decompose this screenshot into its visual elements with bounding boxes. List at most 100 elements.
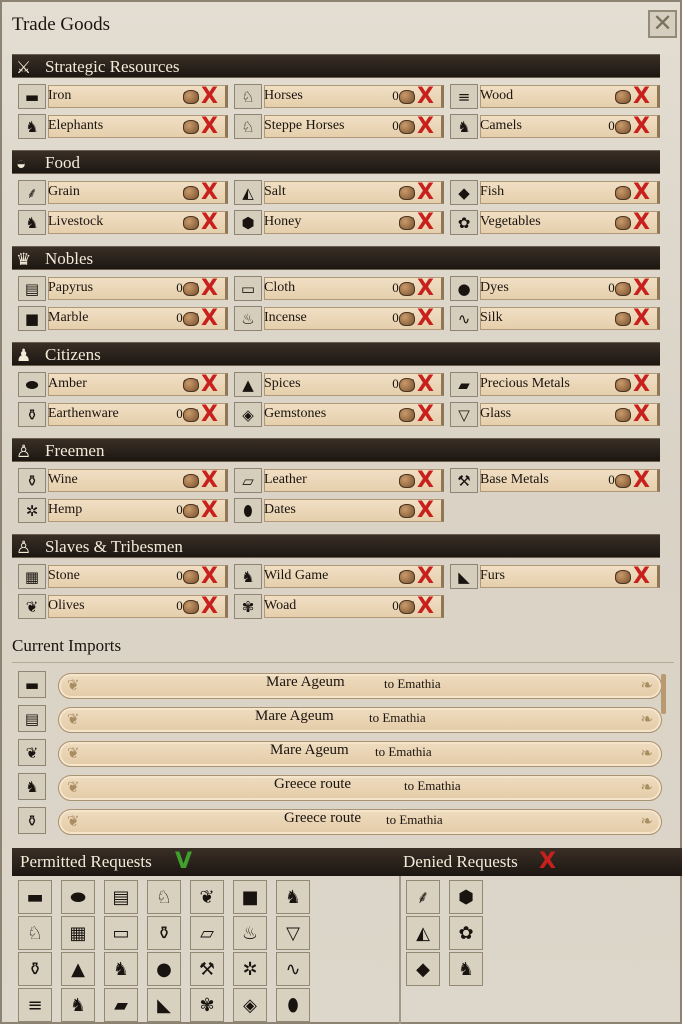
olives-icon[interactable]: ❦ [190,880,224,914]
trade-good-name: Vegetables [480,214,541,229]
cancel-trade-button[interactable]: X [633,180,650,205]
cancel-trade-button[interactable]: X [417,114,434,139]
import-row[interactable]: ▤ ❦ ❧ Mare Ageum to Emathia [12,703,668,735]
cancel-trade-button[interactable]: X [201,306,218,331]
horses-icon[interactable]: ♘ [147,880,181,914]
coin-purse-icon [183,378,199,392]
base-metals-icon[interactable]: ⚒ [190,952,224,986]
cancel-trade-button[interactable]: X [201,594,218,619]
coin-purse-icon [399,282,415,296]
marble-icon[interactable]: ■ [233,880,267,914]
elephants-icon[interactable]: ♞ [61,988,95,1022]
cancel-trade-button[interactable]: X [417,180,434,205]
cancel-trade-button[interactable]: X [417,594,434,619]
fish-icon[interactable]: ◆ [406,952,440,986]
trade-good-name: Livestock [48,214,104,229]
cancel-trade-button[interactable]: X [417,372,434,397]
honey-icon[interactable]: ⬢ [449,880,483,914]
camels-icon: ♞ [450,114,478,139]
close-button[interactable]: ✕ [648,10,677,38]
earthenware-icon[interactable]: ⚱ [147,916,181,950]
wine-icon[interactable]: ⚱ [18,952,52,986]
elephants-icon: ♞ [18,114,46,139]
cloth-icon[interactable]: ▭ [104,916,138,950]
cancel-trade-button[interactable]: X [201,276,218,301]
grain-icon[interactable]: ⸙ [406,880,440,914]
wood-icon[interactable]: ≡ [18,988,52,1022]
silk-icon[interactable]: ∿ [276,952,310,986]
cancel-trade-button[interactable]: X [633,564,650,589]
trade-good-name: Honey [264,214,302,229]
spices-icon[interactable]: ▲ [61,952,95,986]
cancel-trade-button[interactable]: X [633,114,650,139]
cancel-trade-button[interactable]: X [201,210,218,235]
steppe-horses-icon[interactable]: ♘ [18,916,52,950]
incense-icon: ♨ [234,306,262,331]
leather-icon[interactable]: ▱ [190,916,224,950]
scroll-ornament-icon: ❦ [67,778,80,796]
cancel-trade-button[interactable]: X [633,276,650,301]
cancel-trade-button[interactable]: X [201,180,218,205]
cancel-trade-button[interactable]: X [417,498,434,523]
cancel-trade-button[interactable]: X [417,306,434,331]
cancel-trade-button[interactable]: X [201,114,218,139]
cancel-trade-button[interactable]: X [417,564,434,589]
cancel-trade-button[interactable]: X [201,498,218,523]
import-route-bar[interactable]: ❦ ❧ [58,775,662,801]
stone-icon[interactable]: ▦ [61,916,95,950]
cancel-trade-button[interactable]: X [633,306,650,331]
base-metals-icon: ⚒ [450,468,478,493]
trade-good-name: Cloth [264,280,296,295]
glass-icon[interactable]: ▽ [276,916,310,950]
incense-icon[interactable]: ♨ [233,916,267,950]
trade-good-name: Dyes [480,280,509,295]
precious-metals-icon[interactable]: ▰ [104,988,138,1022]
camels-icon[interactable]: ♞ [276,880,310,914]
cancel-trade-button[interactable]: X [633,84,650,109]
gemstones-icon[interactable]: ◈ [233,988,267,1022]
wild-game-icon[interactable]: ♞ [104,952,138,986]
woad-icon[interactable]: ✾ [190,988,224,1022]
import-row[interactable]: ⚱ ❦ ❧ Greece route to Emathia [12,805,668,837]
coin-purse-icon [399,216,415,230]
cancel-trade-button[interactable]: X [201,564,218,589]
livestock-icon[interactable]: ♞ [449,952,483,986]
freemen-icon: ♙ [16,442,32,461]
salt-icon: ◭ [234,180,262,205]
salt-icon[interactable]: ◭ [406,916,440,950]
trade-good-glass: ▽Glass0.4X [450,402,660,427]
import-route-bar[interactable]: ❦ ❧ [58,707,662,733]
cancel-trade-button[interactable]: X [633,468,650,493]
cancel-trade-button[interactable]: X [417,468,434,493]
amber-icon: ⬬ [18,372,46,397]
cancel-trade-button[interactable]: X [417,210,434,235]
papyrus-icon[interactable]: ▤ [104,880,138,914]
dates-icon[interactable]: ⬮ [276,988,310,1022]
coin-purse-icon [183,600,199,614]
cancel-trade-button[interactable]: X [201,468,218,493]
cancel-trade-button[interactable]: X [633,210,650,235]
coin-purse-icon [615,120,631,134]
hemp-icon[interactable]: ✲ [233,952,267,986]
trade-good-name: Leather [264,472,307,487]
cancel-trade-button[interactable]: X [633,402,650,427]
vegetables-icon[interactable]: ✿ [449,916,483,950]
dyes-icon[interactable]: ● [147,952,181,986]
cancel-trade-button[interactable]: X [201,372,218,397]
iron-icon[interactable]: ▬ [18,880,52,914]
import-route-bar[interactable]: ❦ ❧ [58,673,662,699]
cancel-trade-button[interactable]: X [417,402,434,427]
import-row[interactable]: ▬ ❦ ❧ Mare Ageum to Emathia [12,669,668,701]
imports-scrollbar[interactable] [661,674,666,714]
cancel-trade-button[interactable]: X [633,372,650,397]
furs-icon[interactable]: ◣ [147,988,181,1022]
scroll-ornament-icon: ❧ [640,744,653,762]
cancel-trade-button[interactable]: X [417,84,434,109]
cancel-trade-button[interactable]: X [201,402,218,427]
import-route-bar[interactable]: ❦ ❧ [58,741,662,767]
cancel-trade-button[interactable]: X [201,84,218,109]
import-row[interactable]: ❦ ❦ ❧ Mare Ageum to Emathia [12,737,668,769]
amber-icon[interactable]: ⬬ [61,880,95,914]
cancel-trade-button[interactable]: X [417,276,434,301]
import-row[interactable]: ♞ ❦ ❧ Greece route to Emathia [12,771,668,803]
